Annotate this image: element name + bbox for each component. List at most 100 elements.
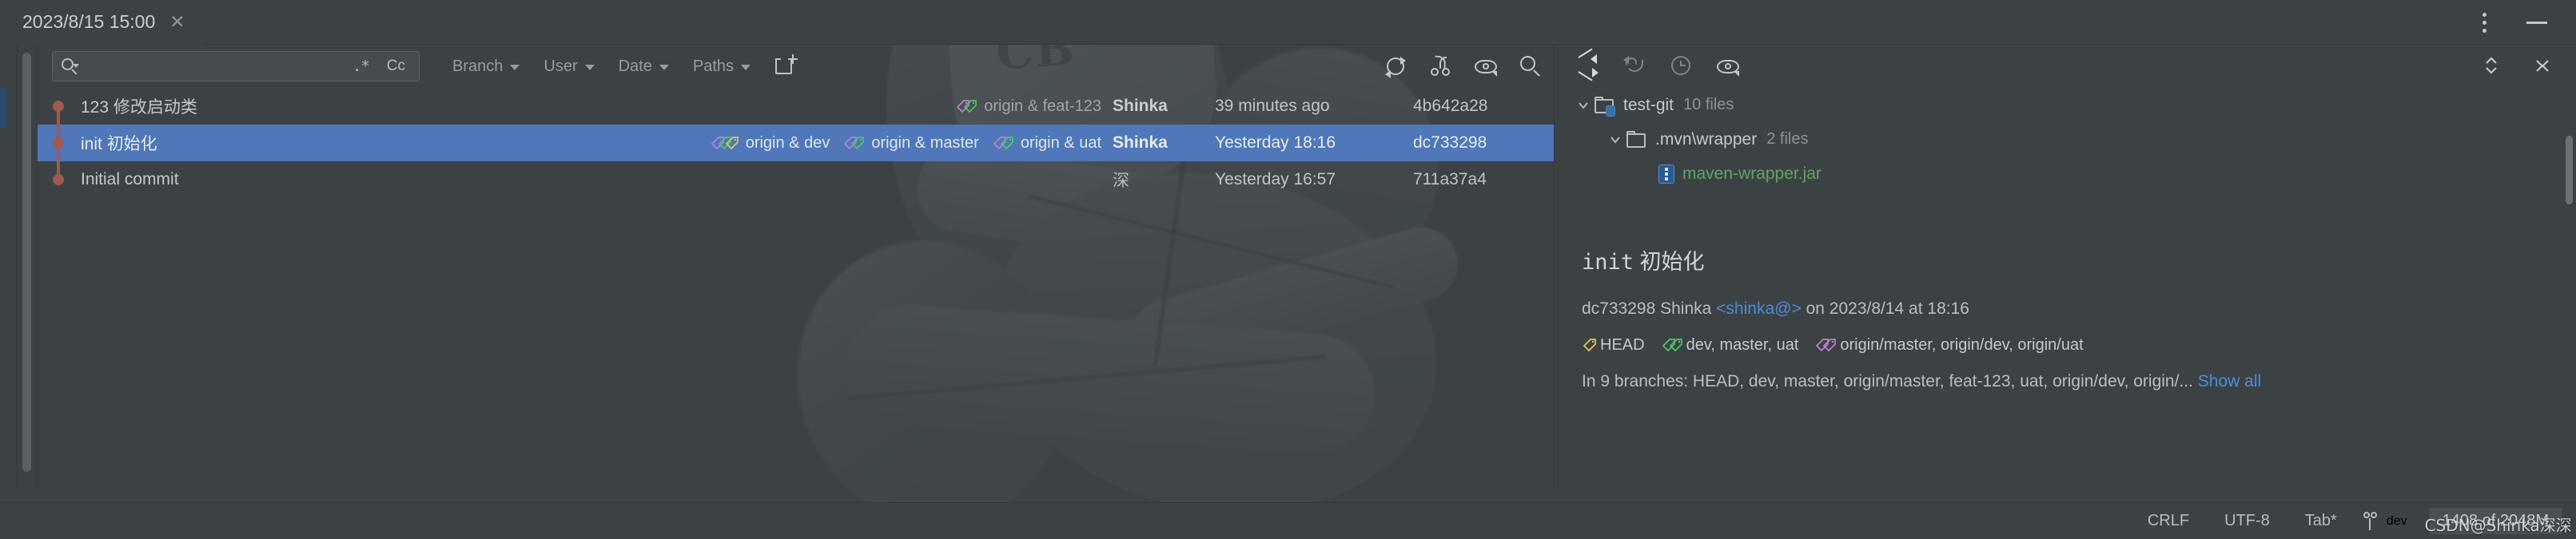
details-toolbar-right: [2480, 45, 2555, 88]
ref-label: origin & dev: [745, 133, 830, 152]
filter-branch[interactable]: Branch: [440, 50, 532, 82]
open-new-tab-icon[interactable]: [774, 53, 801, 80]
chevron-down-icon[interactable]: [1604, 133, 1626, 147]
refresh-icon[interactable]: [1384, 54, 1408, 78]
tree-node-count: 2 files: [1766, 130, 1809, 148]
commit-subject: Initial commit: [79, 170, 179, 189]
log-scrollbar-thumb[interactable]: [22, 53, 31, 472]
commit-subject-text: 123: [81, 98, 113, 117]
commit-detail-title-cjk: 初始化: [1639, 250, 1705, 275]
commit-detail-branches: In 9 branches: HEAD, dev, master, origin…: [1582, 372, 2549, 391]
commit-author: Shinka: [1113, 133, 1168, 152]
tree-row-test-git[interactable]: test-git 10 files: [1555, 88, 2576, 122]
revert-icon[interactable]: [1623, 54, 1647, 78]
show-diff-icon[interactable]: [1716, 54, 1740, 78]
ref-group-local[interactable]: dev, master, uat: [1661, 336, 1799, 355]
filter-date[interactable]: Date: [607, 50, 681, 82]
table-row[interactable]: Initial commit 深 Yesterday 16:57 711a37a…: [38, 157, 1554, 198]
regex-toggle[interactable]: .*: [344, 51, 378, 81]
chevron-down-icon[interactable]: [1572, 98, 1595, 113]
line-separator-status[interactable]: CRLF: [2130, 512, 2207, 530]
show-hide-icon[interactable]: [1474, 54, 1498, 78]
log-toolbar-actions: [1384, 45, 1543, 88]
minimize-icon[interactable]: [2523, 10, 2550, 34]
ref-label: origin & master: [871, 133, 979, 152]
table-row[interactable]: 123 修改启动类 origin & feat-123 Shinka 39 mi…: [38, 88, 1554, 131]
ref-label: dev, master, uat: [1686, 336, 1799, 354]
commit-hash: dc733298: [1413, 133, 1487, 152]
tree-scrollbar-thumb[interactable]: [2566, 136, 2573, 204]
commit-date: Yesterday 18:16: [1215, 133, 1336, 152]
close-icon[interactable]: [2531, 54, 2555, 78]
commit-subject-text: Initial commit: [81, 170, 179, 188]
tag-icon: [850, 136, 865, 151]
watermark: CSDN@Shinka深深: [2424, 516, 2572, 535]
filter-user[interactable]: User: [532, 50, 606, 82]
commit-detail-email[interactable]: <shinka@>: [1716, 299, 1802, 318]
filter-paths-label: Paths: [692, 57, 735, 75]
ref-tag-icons: [1582, 338, 1596, 353]
expand-collapse-icon[interactable]: [2480, 54, 2504, 78]
commit-subject: init 初始化: [79, 131, 157, 155]
tree-row-mvn-wrapper[interactable]: .mvn\wrapper 2 files: [1555, 122, 2576, 157]
tag-icon: [962, 99, 977, 114]
ref-chip[interactable]: origin & feat-123: [955, 97, 1101, 116]
filter-paths[interactable]: Paths: [681, 50, 762, 82]
tree-node-name: maven-wrapper.jar: [1682, 164, 1822, 183]
window-title-bar: 2023/8/15 15:00 ✕: [0, 0, 2576, 45]
search-icon: [61, 57, 79, 75]
commit-detail-author: Shinka: [1660, 299, 1712, 318]
tree-node-count: 10 files: [1683, 96, 1734, 113]
ref-group-remote[interactable]: origin/master, origin/dev, origin/uat: [1814, 336, 2084, 355]
commit-subject-cjk: 初始化: [106, 134, 157, 153]
tree-row-maven-wrapper-jar[interactable]: maven-wrapper.jar: [1555, 157, 2576, 191]
memory-indicator[interactable]: 1408 of 2048M CSDN@Shinka深深: [2425, 508, 2572, 535]
ref-tag-icons: [1814, 338, 1837, 353]
tag-icon: [999, 136, 1014, 151]
ref-chip[interactable]: origin & master: [842, 134, 979, 153]
ref-tag-icons: [842, 136, 865, 151]
commit-subject-text: init: [81, 135, 107, 153]
commit-hash: 4b642a28: [1413, 97, 1488, 115]
match-case-toggle[interactable]: Cc: [378, 51, 414, 81]
more-options-icon[interactable]: [2472, 10, 2496, 34]
compare-with-icon[interactable]: [1577, 48, 1601, 81]
git-branch-status[interactable]: dev: [2355, 511, 2422, 531]
commit-list: 123 修改启动类 origin & feat-123 Shinka 39 mi…: [38, 88, 1554, 489]
encoding-status[interactable]: UTF-8: [2207, 512, 2287, 530]
ref-label: HEAD: [1600, 336, 1645, 354]
jar-file-icon: [1658, 164, 1674, 184]
ref-chip[interactable]: origin & dev: [710, 134, 830, 153]
table-row[interactable]: init 初始化 origin & dev origin & master or…: [38, 120, 1554, 168]
ref-chip[interactable]: origin & uat: [992, 134, 1101, 153]
filter-branch-label: Branch: [452, 57, 504, 75]
log-tab[interactable]: 2023/8/15 15:00 ✕: [0, 0, 205, 45]
search-icon[interactable]: [1519, 54, 1543, 78]
commit-detail-date: 2023/8/14 at 18:16: [1829, 299, 1969, 318]
tab-strip: 2023/8/15 15:00 ✕: [0, 0, 205, 45]
commit-hash: 711a37a4: [1413, 170, 1487, 188]
commit-detail-title: init 初始化: [1582, 244, 2549, 275]
log-body: .* Cc Branch User Date Paths 123 修改启动类 o…: [37, 45, 1554, 489]
log-scrollbar-track[interactable]: [18, 45, 37, 489]
search-input[interactable]: [78, 57, 344, 75]
commit-detail-title-mono: init: [1582, 250, 1634, 275]
history-icon[interactable]: [1670, 54, 1694, 78]
indent-status[interactable]: Tab*: [2287, 512, 2355, 530]
search-box[interactable]: .* Cc: [52, 51, 420, 81]
filter-date-label: Date: [618, 57, 652, 75]
ref-group-head[interactable]: HEAD: [1582, 336, 1645, 355]
filter-user-label: User: [543, 57, 578, 75]
branch-icon: [2363, 511, 2379, 531]
chevron-down-icon: [584, 65, 595, 70]
commit-detail-on: on: [1806, 299, 1825, 318]
status-bar: CRLF UTF-8 Tab* dev 1408 of 2048M CSDN@S…: [0, 502, 2576, 539]
log-toolbar: .* Cc Branch User Date Paths: [38, 45, 1554, 88]
close-icon[interactable]: ✕: [169, 12, 185, 31]
ref-tag-icons: [1661, 338, 1682, 353]
show-all-link[interactable]: Show all: [2198, 372, 2261, 390]
cherry-pick-icon[interactable]: [1429, 54, 1453, 78]
commit-detail-meta: dc733298 Shinka <shinka@> on 2023/8/14 a…: [1582, 299, 2549, 319]
git-log-window: CBCB 2023/8/15 15:00 ✕: [0, 0, 2576, 539]
changed-files-tree: test-git 10 files .mvn\wrapper 2 files m…: [1555, 88, 2576, 204]
